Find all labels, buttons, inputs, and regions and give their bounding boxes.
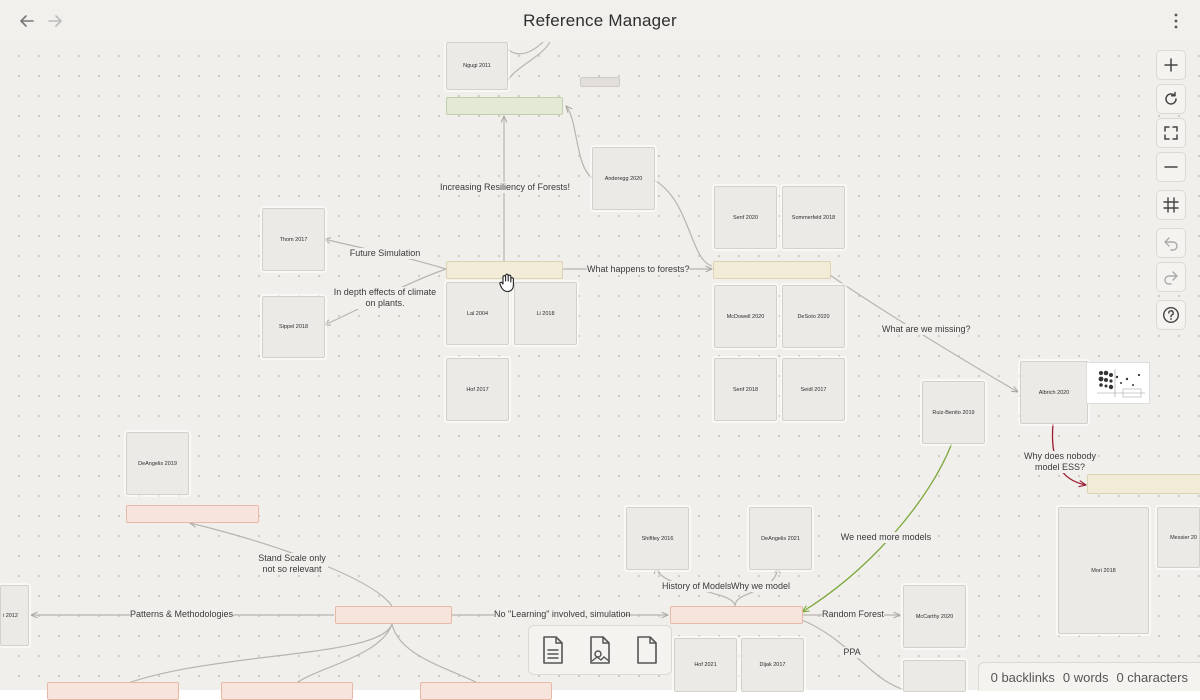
redo-icon[interactable] — [1156, 262, 1186, 292]
zoom-in-icon[interactable] — [1156, 50, 1186, 80]
card-mori[interactable]: Mori 2018 — [1058, 507, 1149, 634]
card-senf-2020[interactable]: Senf 2020 — [714, 186, 777, 249]
edge-label-stand-scale: Stand Scale only not so relevant — [256, 553, 328, 575]
add-node-bar — [528, 625, 672, 675]
card-seidl[interactable]: Seidl 2017 — [782, 358, 845, 421]
edge — [391, 623, 491, 690]
canvas-edges — [0, 39, 1200, 690]
edge — [109, 623, 393, 690]
card-li[interactable]: Li 2018 — [514, 282, 577, 345]
card-thom[interactable]: Thom 2017 — [262, 208, 325, 271]
card-dijak[interactable]: Dijak 2017 — [741, 638, 804, 692]
new-note-icon[interactable] — [538, 632, 568, 668]
edge-label-why-model: Why we model — [731, 581, 791, 592]
app-title: Reference Manager — [523, 11, 677, 30]
group-node-patterns[interactable] — [335, 606, 452, 624]
card-messier[interactable]: Messier 20 — [1157, 507, 1200, 568]
more-vertical-icon[interactable] — [1166, 10, 1186, 32]
edge-label-what-happens: What happens to forests? — [587, 264, 690, 275]
canvas-toolbar — [1156, 50, 1186, 338]
card-deangelis-2019[interactable]: DeAngelis 2019 — [126, 432, 189, 495]
card-deangelis-2021[interactable]: DeAngelis 2021 — [749, 507, 812, 570]
card-partial-bottom[interactable] — [903, 660, 966, 692]
fit-screen-icon[interactable] — [1156, 118, 1186, 148]
card-left-2012[interactable]: i 2012 — [0, 585, 29, 646]
edge-label-missing: What are we missing? — [882, 324, 971, 335]
edge — [289, 623, 393, 690]
card-albrich[interactable]: Albrich 2020 — [1020, 361, 1088, 424]
new-file-icon[interactable] — [632, 632, 662, 668]
group-node-bottom-3[interactable] — [420, 682, 552, 700]
group-node-grey[interactable] — [580, 77, 620, 87]
edge-label-history: History of Models — [662, 581, 732, 592]
group-node-bottom-2[interactable] — [221, 682, 353, 700]
edge — [566, 106, 593, 179]
group-node-bottom-1[interactable] — [47, 682, 179, 700]
edge-label-future: Future Simulation — [348, 248, 422, 259]
zoom-out-icon[interactable] — [1156, 152, 1186, 182]
card-sommerfeld[interactable]: Sommerfeld 2018 — [782, 186, 845, 249]
card-desoto[interactable]: DeSoto 2020 — [782, 285, 845, 348]
group-node-ess[interactable] — [1087, 474, 1200, 494]
card-ruiz-benito[interactable]: Ruiz-Benito 2019 — [922, 381, 985, 444]
card-shiftley[interactable]: Shiftley 2016 — [626, 507, 689, 570]
new-media-icon[interactable] — [585, 632, 615, 668]
character-count: 0 characters — [1116, 669, 1188, 685]
edge-label-increasing: Increasing Resiliency of Forests! — [440, 182, 571, 193]
albrich-figure-thumbnail[interactable] — [1086, 362, 1150, 404]
edge-label-nobody: Why does nobody model ESS? — [1022, 451, 1098, 473]
card-ngugi[interactable]: Ngugi 2011 — [446, 42, 508, 90]
edge — [653, 179, 713, 267]
group-node-forests[interactable] — [713, 261, 831, 279]
edge — [504, 41, 551, 91]
edge-label-random-forest: Random Forest — [822, 609, 885, 620]
reset-view-icon[interactable] — [1156, 84, 1186, 114]
status-bar: 0 backlinks 0 words 0 characters — [977, 662, 1200, 691]
title-bar: Reference Manager — [0, 0, 1200, 42]
backlinks-count[interactable]: 0 backlinks — [991, 670, 1055, 685]
card-mcdowell[interactable]: McDowell 2020 — [714, 285, 777, 348]
card-hof-2021[interactable]: Hof 2021 — [674, 638, 737, 692]
edge-label-ppa: PPA — [840, 647, 864, 658]
card-mccarthy[interactable]: McCarthy 2020 — [903, 585, 966, 648]
edge-label-indepth: In depth effects of climate on plants. — [330, 287, 440, 309]
edge-label-more-models: We need more models — [838, 532, 934, 543]
edge-label-patterns: Patterns & Methodologies — [130, 609, 234, 620]
word-count: 0 words — [1062, 669, 1109, 685]
group-node-stand[interactable] — [126, 505, 259, 523]
undo-icon[interactable] — [1156, 228, 1186, 258]
help-icon[interactable] — [1156, 300, 1186, 330]
card-anderegg[interactable]: Anderegg 2020 — [592, 147, 655, 210]
edge-label-no-learning: No "Learning" involved, simulation — [494, 609, 631, 620]
card-sippel[interactable]: Sippel 2018 — [262, 296, 325, 358]
group-node-models[interactable] — [670, 606, 803, 624]
group-node-green[interactable] — [446, 97, 563, 115]
edge — [504, 39, 546, 55]
hand-cursor-icon — [498, 273, 516, 298]
card-hof-2017[interactable]: Hof 2017 — [446, 358, 509, 421]
card-senf-2018[interactable]: Senf 2018 — [714, 358, 777, 421]
grid-snap-icon[interactable] — [1156, 190, 1186, 220]
